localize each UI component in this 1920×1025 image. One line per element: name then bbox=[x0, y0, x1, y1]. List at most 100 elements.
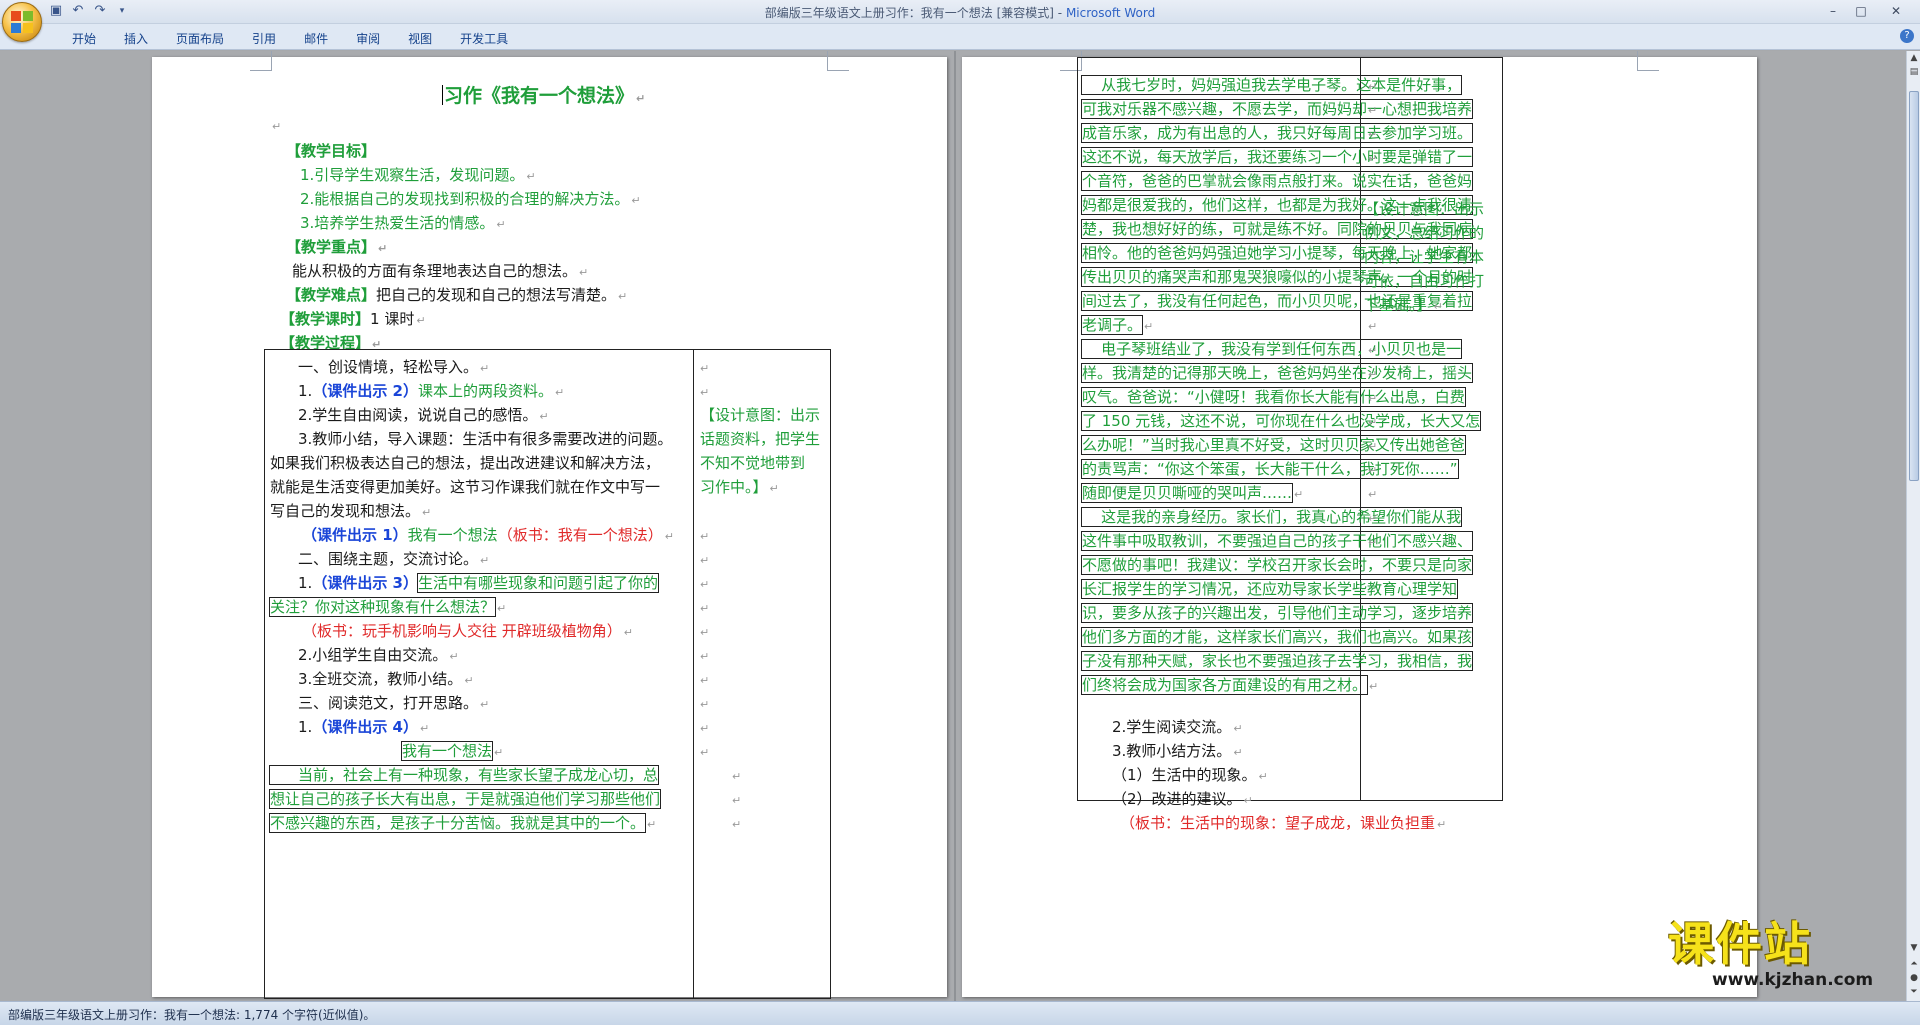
boxed-text: 成音乐家，成为有出息的人，我只好每周日去参加学习班。 bbox=[1080, 123, 1474, 143]
paragraph-mark: ↵ bbox=[1368, 488, 1378, 501]
minimize-button[interactable]: – bbox=[1820, 2, 1846, 20]
paragraph-mark: ↵ bbox=[464, 674, 474, 687]
paragraph-mark: ↵ bbox=[416, 314, 426, 327]
paragraph-mark: ↵ bbox=[480, 362, 490, 375]
paragraph-mark: ↵ bbox=[378, 242, 388, 255]
item-text: 2.小组学生自由交流。 bbox=[298, 646, 448, 664]
key-heading-text: 【教学重点】 bbox=[286, 238, 377, 256]
cell-mark: ↵ bbox=[1366, 75, 1377, 97]
essay-line: 个音符，爸爸的巴掌就会像雨点般打来。说实在话，爸爸妈 bbox=[1080, 171, 1474, 191]
section-2-item-3: 3.全班交流，教师小结。 ↵ bbox=[298, 669, 474, 691]
scroll-down-icon[interactable]: ▼ bbox=[1908, 941, 1920, 955]
help-icon[interactable]: ? bbox=[1900, 29, 1914, 43]
tab-review[interactable]: 审阅 bbox=[342, 28, 394, 49]
tab-view[interactable]: 视图 bbox=[394, 28, 446, 49]
ruler-toggle-icon[interactable]: ▤ bbox=[1908, 65, 1920, 79]
vertical-scrollbar[interactable]: ▲ ▤ ▼ ⏶ ● ⏷ bbox=[1906, 51, 1920, 1001]
close-button[interactable]: ✕ bbox=[1876, 2, 1916, 20]
paragraph-mark: ↵ bbox=[732, 770, 742, 783]
paragraph-mark: ↵ bbox=[700, 698, 710, 711]
cell-mark: ↵ bbox=[1366, 99, 1377, 121]
section-2-title: 二、围绕主题，交流讨论。 ↵ bbox=[298, 549, 489, 571]
tab-insert[interactable]: 插入 bbox=[110, 28, 162, 49]
maximize-button[interactable]: □ bbox=[1848, 2, 1874, 20]
cell-mark: ↵ bbox=[730, 813, 741, 835]
cell-mark: ↵ bbox=[1366, 435, 1377, 457]
cell-mark: ↵ bbox=[730, 765, 741, 787]
design-note-text: 下基础。】 bbox=[1364, 296, 1432, 314]
boxed-text: 这件事中吸取教训，不要强迫自己的孩子干他们不感兴趣、 bbox=[1080, 531, 1474, 551]
paragraph-mark: ↵ bbox=[494, 746, 504, 759]
essay-line: 的责骂声：“你这个笨蛋，长大能干什么，我打死你……” bbox=[1081, 459, 1459, 479]
boxed-text: 子没有那种天赋，家长也不要强迫孩子去学习，我相信，我 bbox=[1080, 651, 1474, 671]
boxed-text: 这还不说，每天放学后，我还要练习一个小时要是弹错了一 bbox=[1080, 147, 1474, 167]
paragraph-mark: ↵ bbox=[700, 602, 710, 615]
paragraph-mark: ↵ bbox=[1368, 320, 1378, 333]
paragraph-mark: ↵ bbox=[1294, 488, 1304, 501]
paragraph-mark: ↵ bbox=[618, 290, 628, 303]
board-note: （板书：我有一个想法） bbox=[497, 526, 663, 544]
doc-title[interactable]: 习作《我有一个想法》 ↵ bbox=[442, 81, 645, 108]
scrollbar-thumb[interactable] bbox=[1909, 91, 1919, 481]
design-note-2a: 【设计意图：出示 bbox=[1364, 200, 1485, 218]
essay-line: 随即便是贝贝嘶哑的哭叫声…… ↵ bbox=[1080, 483, 1304, 505]
essay-line: 不愿做的事吧！我建议：学校召开家长会时，不要只是向家 bbox=[1080, 555, 1474, 575]
section-1-title: 一、创设情境，轻松导入。 ↵ bbox=[298, 357, 489, 379]
slide-text: 我有一个想法 bbox=[407, 526, 498, 544]
paragraph-mark: ↵ bbox=[1368, 344, 1378, 357]
next-page-icon[interactable]: ⏷ bbox=[1908, 985, 1920, 999]
cell-mark: ↵ bbox=[1366, 147, 1377, 169]
previous-page-icon[interactable]: ⏶ bbox=[1908, 957, 1920, 971]
item-number: 1. bbox=[298, 718, 313, 736]
item-text: 课本上的两段资料。 bbox=[417, 382, 553, 400]
board-note: （板书：玩手机影响与人交往 开辟班级植物角） bbox=[302, 622, 622, 640]
difficulty-heading: 【教学难点】 bbox=[286, 286, 377, 304]
tab-references[interactable]: 引用 bbox=[238, 28, 290, 49]
section-1-item-3d: 写自己的发现和想法。 ↵ bbox=[270, 501, 431, 523]
boxed-text: 个音符，爸爸的巴掌就会像雨点般打来。说实在话，爸爸妈 bbox=[1080, 171, 1474, 191]
paragraph-mark: ↵ bbox=[700, 554, 710, 567]
section-1-item-3b: 如果我们积极表达自己的想法，提出改进建议和解决方法， bbox=[270, 454, 661, 472]
item-text: 3.全班交流，教师小结。 bbox=[298, 670, 463, 688]
paragraph-mark: ↵ bbox=[700, 674, 710, 687]
page-split-divider bbox=[954, 51, 956, 1001]
tab-mailings[interactable]: 邮件 bbox=[290, 28, 342, 49]
paragraph-mark: ↵ bbox=[1368, 464, 1378, 477]
essay-line-2: 想让自己的孩子长大有出息，于是就强迫他们学习那些他们 bbox=[268, 789, 662, 809]
essay-line: 叹气。爸爸说：“小健呀！我看你长大能有什么出息，白费 bbox=[1081, 387, 1466, 407]
step-text: （1）生活中的现象。 bbox=[1112, 766, 1257, 784]
cell-mark: ↵ bbox=[698, 693, 709, 715]
scroll-up-icon[interactable]: ▲ bbox=[1908, 51, 1920, 65]
cell-mark: ↵ bbox=[698, 717, 709, 739]
slide-tag: （课件出示 3） bbox=[312, 574, 418, 592]
browse-object-icon[interactable]: ● bbox=[1908, 971, 1920, 985]
tab-home[interactable]: 开始 bbox=[58, 28, 110, 49]
tab-page-layout[interactable]: 页面布局 bbox=[162, 28, 238, 49]
step-2: 2.学生阅读交流。 ↵ bbox=[1112, 717, 1243, 739]
status-bar: 部编版三年级语文上册习作：我有一个想法: 1,774 个字符(近似值)。 bbox=[0, 1001, 1920, 1025]
slide-tag: （课件出示 2） bbox=[312, 382, 418, 400]
word-count-status[interactable]: 部编版三年级语文上册习作：我有一个想法: 1,774 个字符(近似值)。 bbox=[8, 1006, 375, 1023]
cell-mark: ↵ bbox=[1366, 531, 1377, 553]
item-number: 1. bbox=[298, 574, 313, 592]
cell-mark: ↵ bbox=[698, 549, 709, 571]
board-note-2: （板书：生活中的现象：望子成龙，课业负担重 ↵ bbox=[1120, 813, 1446, 835]
right-page[interactable]: 从我七岁时，妈妈强迫我去学电子琴。这本是件好事， ↵ 可我对乐器不感兴趣，不愿去学，… bbox=[962, 51, 1757, 997]
paragraph-mark: ↵ bbox=[1368, 104, 1378, 117]
office-button[interactable] bbox=[2, 2, 42, 42]
boxed-text: 电子琴班结业了，我没有学到任何东西，小贝贝也是一 bbox=[1080, 339, 1463, 359]
margin-mark bbox=[827, 51, 849, 71]
left-page[interactable]: 习作《我有一个想法》 ↵ ↵ 【教学目标】 1.引导学生观察生活，发现问题。 ↵ 2… bbox=[152, 51, 947, 999]
section-1-item-3a: 3.教师小结，导入课题：生活中有很多需要改进的问题。 bbox=[298, 430, 673, 448]
tab-developer[interactable]: 开发工具 bbox=[446, 28, 522, 49]
paragraph-mark: ↵ bbox=[700, 746, 710, 759]
paragraph-mark: ↵ bbox=[1144, 320, 1154, 333]
paragraph-mark: ↵ bbox=[480, 698, 490, 711]
boxed-text: 这是我的亲身经历。家长们，我真心的希望你们能从我 bbox=[1080, 507, 1463, 527]
paragraph-mark: ↵ bbox=[1369, 680, 1379, 693]
design-note-2b: 例文，总结习作的 bbox=[1364, 224, 1485, 242]
paragraph-mark: ↵ bbox=[1368, 512, 1378, 525]
paragraph-mark: ↵ bbox=[539, 410, 549, 423]
cell-mark: ↵ bbox=[1366, 459, 1377, 481]
paragraph-mark: ↵ bbox=[1233, 746, 1243, 759]
